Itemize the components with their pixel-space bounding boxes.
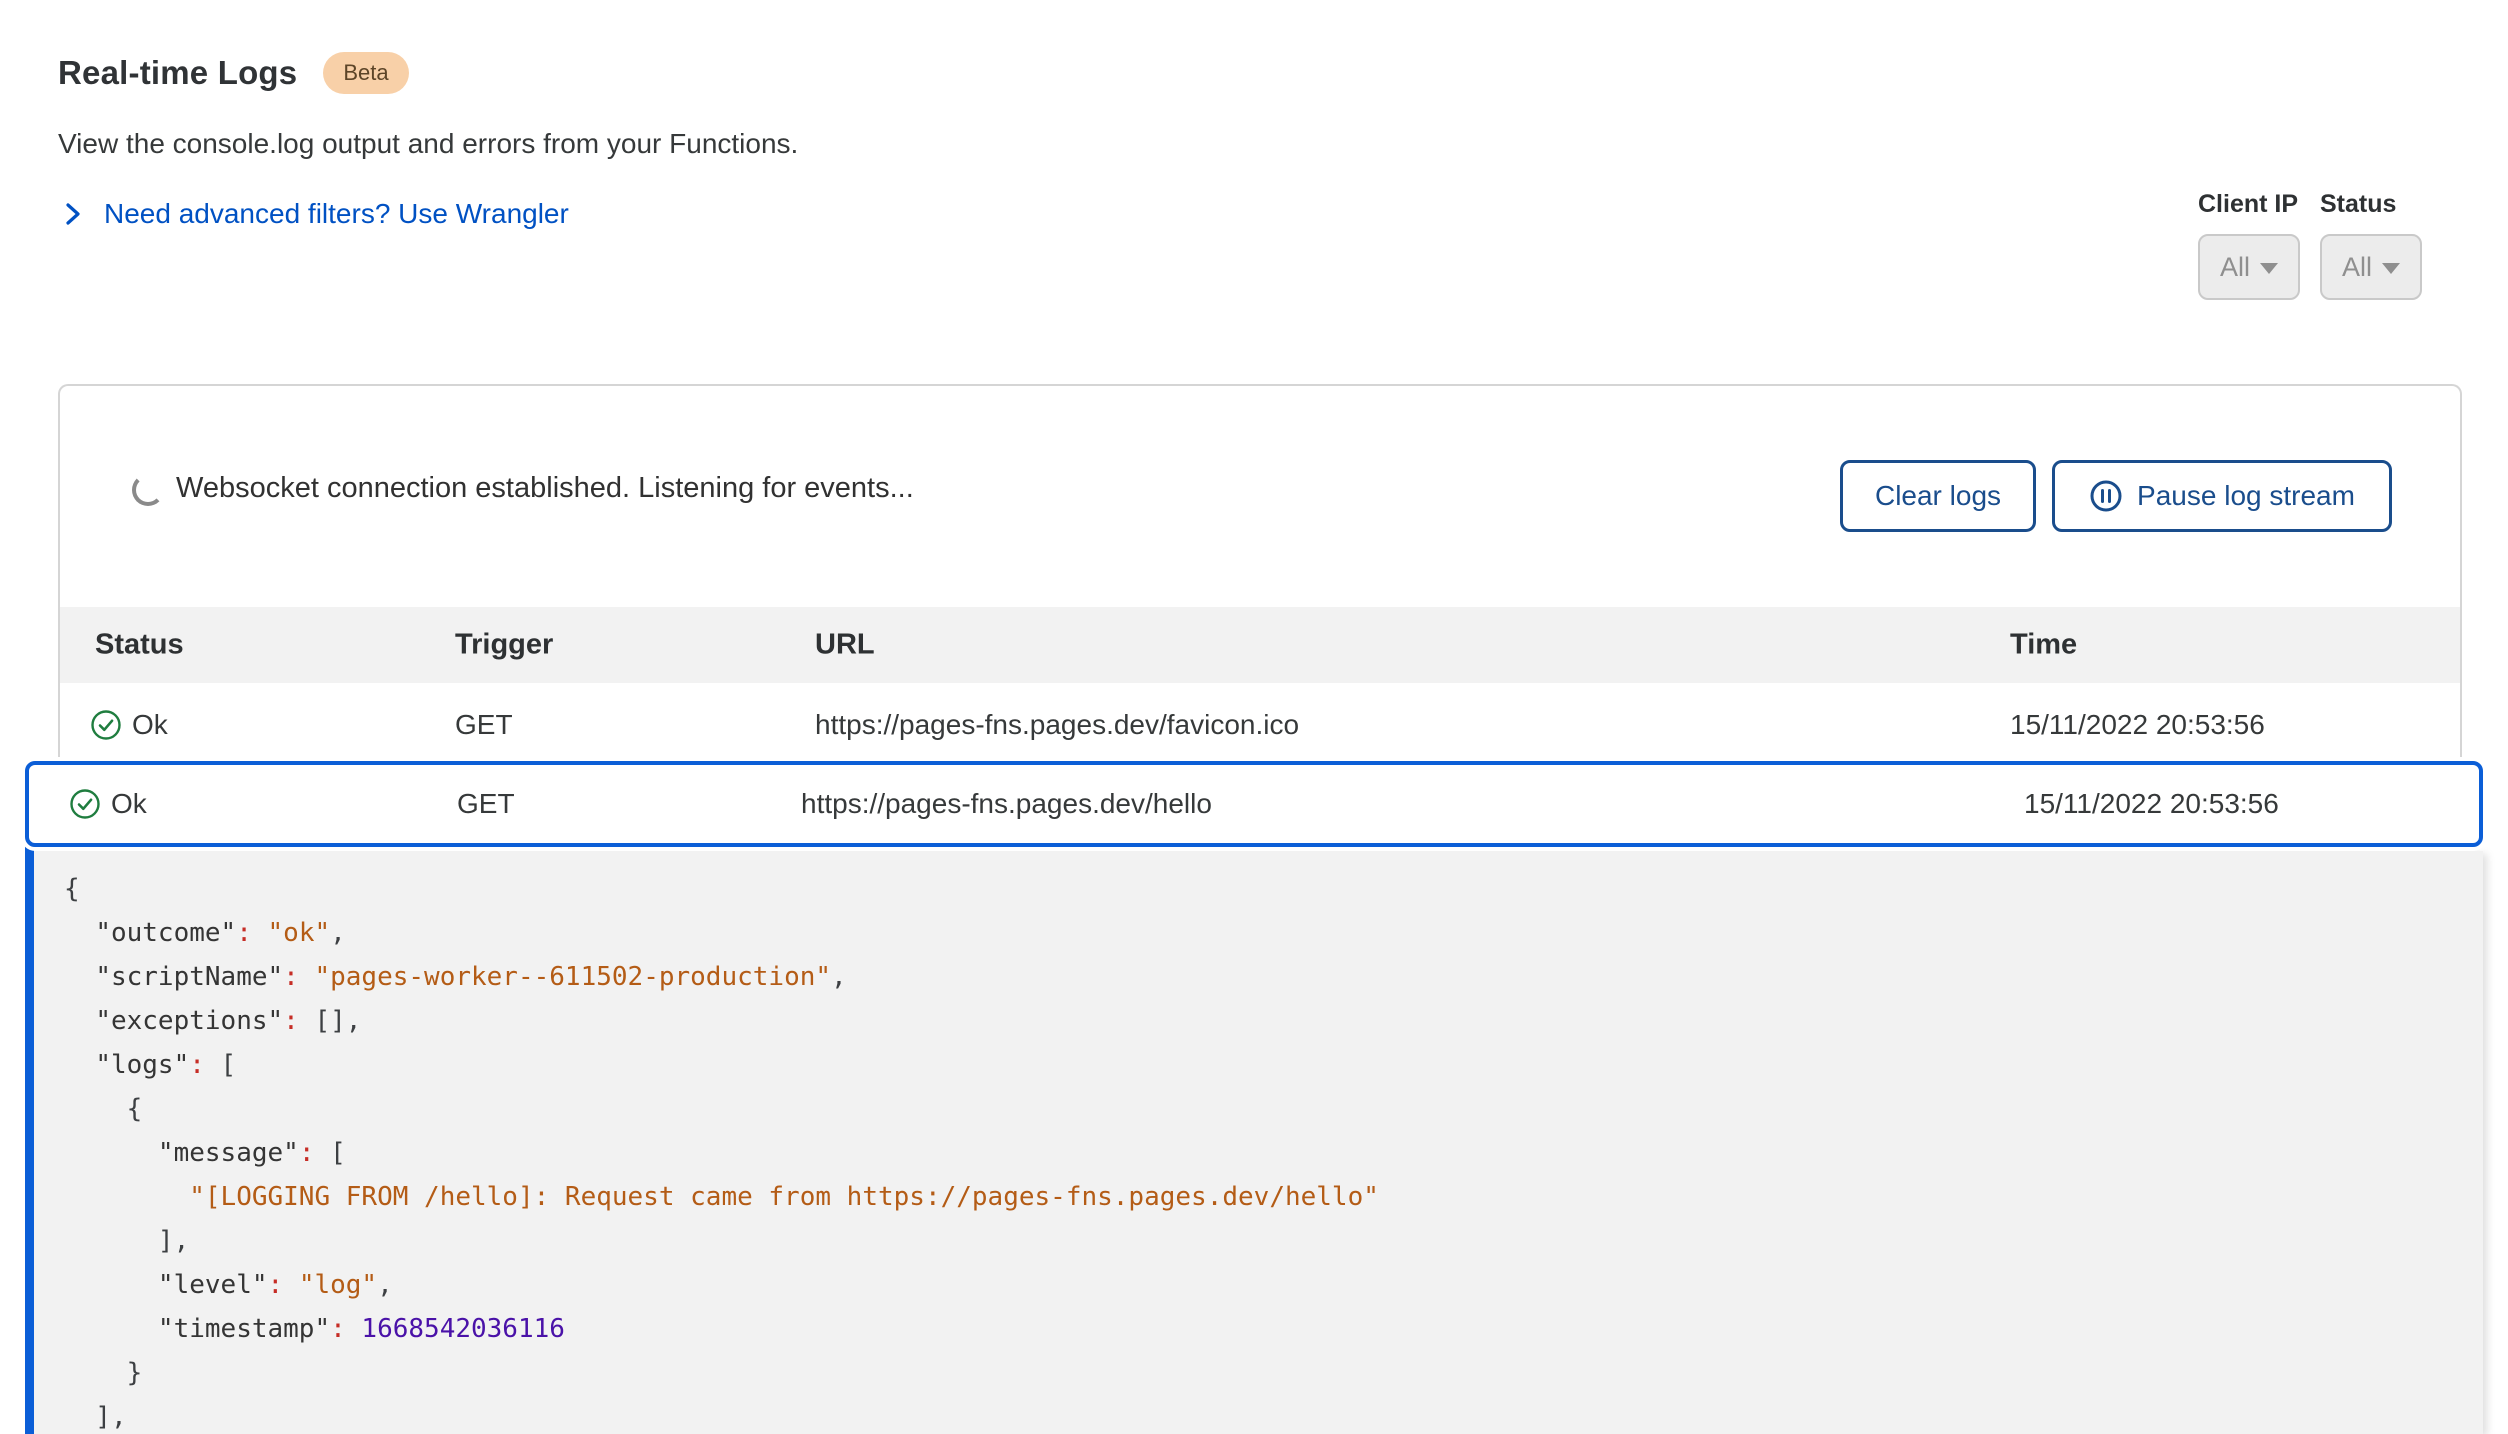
- log-stream-panel: Websocket connection established. Listen…: [58, 384, 2462, 764]
- row-status: Ok: [132, 709, 168, 741]
- row-time: 15/11/2022 20:53:56: [2024, 788, 2279, 820]
- row-url: https://pages-fns.pages.dev/hello: [801, 788, 1212, 820]
- beta-badge: Beta: [323, 52, 408, 94]
- row-time: 15/11/2022 20:53:56: [2010, 709, 2265, 741]
- caret-down-icon: [2382, 263, 2400, 274]
- pause-log-stream-label: Pause log stream: [2137, 480, 2355, 512]
- json-code: { "outcome": "ok", "scriptName": "pages-…: [34, 851, 2483, 1434]
- websocket-status-text: Websocket connection established. Listen…: [176, 472, 914, 505]
- pause-log-stream-button[interactable]: Pause log stream: [2052, 460, 2392, 532]
- clear-logs-label: Clear logs: [1875, 480, 2001, 512]
- table-row[interactable]: Ok GET https://pages-fns.pages.dev/favic…: [60, 683, 2460, 766]
- column-header-time: Time: [2010, 629, 2077, 662]
- pause-icon: [2089, 479, 2123, 513]
- client-ip-filter-value: All: [2220, 252, 2250, 283]
- clear-logs-button[interactable]: Clear logs: [1840, 460, 2036, 532]
- page-title: Real-time Logs: [58, 54, 297, 92]
- wrangler-link[interactable]: Need advanced filters? Use Wrangler: [62, 198, 569, 230]
- row-trigger: GET: [457, 788, 515, 820]
- column-header-trigger: Trigger: [455, 629, 553, 662]
- status-filter-value: All: [2342, 252, 2372, 283]
- status-label: Status: [2320, 190, 2396, 219]
- spinner-icon: [132, 474, 164, 506]
- log-table-header: Status Trigger URL Time: [60, 607, 2460, 683]
- chevron-right-icon: [62, 199, 84, 229]
- client-ip-filter-dropdown[interactable]: All: [2198, 234, 2300, 300]
- check-circle-icon: [69, 788, 101, 820]
- table-row-expanded[interactable]: Ok GET https://pages-fns.pages.dev/hello…: [25, 761, 2483, 847]
- caret-down-icon: [2260, 263, 2278, 274]
- page-subtitle: View the console.log output and errors f…: [58, 128, 798, 160]
- row-trigger: GET: [455, 709, 513, 741]
- client-ip-label: Client IP: [2198, 190, 2298, 219]
- check-circle-icon: [90, 709, 122, 741]
- log-detail-json-viewer: { "outcome": "ok", "scriptName": "pages-…: [34, 851, 2483, 1434]
- realtime-logs-page: Real-time Logs Beta View the console.log…: [0, 0, 2508, 1434]
- page-header: Real-time Logs Beta: [58, 52, 409, 94]
- column-header-url: URL: [815, 629, 875, 662]
- selected-row-accent-bar: [25, 765, 34, 1434]
- row-status: Ok: [111, 788, 147, 820]
- column-header-status: Status: [95, 629, 184, 662]
- row-url: https://pages-fns.pages.dev/favicon.ico: [815, 709, 1299, 741]
- status-filter-dropdown[interactable]: All: [2320, 234, 2422, 300]
- wrangler-link-label: Need advanced filters? Use Wrangler: [104, 198, 569, 230]
